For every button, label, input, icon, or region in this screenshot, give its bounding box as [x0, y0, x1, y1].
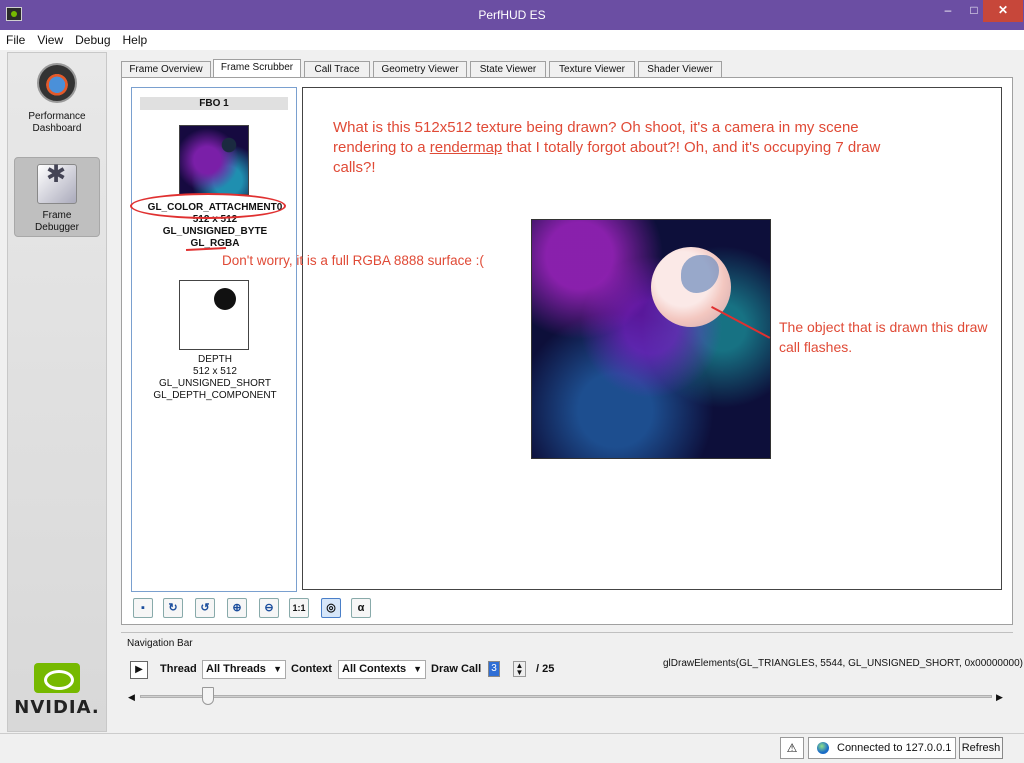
annotation-rgba: Don't worry, it is a full RGBA 8888 surf… [222, 253, 484, 268]
sidebar-item-label: Frame [42, 210, 72, 221]
draw-call-slider-thumb[interactable] [202, 687, 215, 705]
draw-call-stepper[interactable]: ▲ ▼ [513, 661, 526, 677]
menu-help[interactable]: Help [117, 30, 154, 47]
alpha-toggle-button[interactable]: α [351, 598, 371, 618]
window-title: PerfHUD ES [478, 8, 546, 22]
navigation-legend: Navigation Bar [127, 638, 193, 649]
sidebar-item-label: Dashboard [32, 123, 82, 134]
context-select-value: All Contexts [342, 663, 407, 675]
context-select[interactable]: All Contexts ▼ [338, 660, 426, 679]
context-label: Context [291, 663, 332, 675]
slider-right-icon[interactable]: ▶ [996, 692, 1003, 703]
nvidia-wordmark: NVIDIA. [14, 697, 100, 718]
depth-attachment-size: 512 x 512 [193, 366, 237, 377]
annotation-object-flash: The object that is drawn this draw call … [779, 319, 988, 355]
annotation-texture-question: What is this 512x512 texture being drawn… [333, 118, 903, 178]
globe-icon [817, 742, 829, 754]
sidebar-item-frame-debugger[interactable]: Frame Debugger [14, 157, 100, 237]
zoom-out-icon[interactable]: ⊖ [259, 598, 279, 618]
menu-view[interactable]: View [31, 30, 69, 47]
wireframe-toggle-icon[interactable]: ◎ [321, 598, 341, 618]
tab-frame-scrubber[interactable]: Frame Scrubber [213, 59, 301, 79]
depth-attachment-name: DEPTH [198, 354, 232, 365]
fbo-header: FBO 1 [140, 97, 288, 110]
title-bar: PerfHUD ES – □ ✕ [0, 0, 1024, 30]
warning-icon[interactable]: ⚠ [780, 737, 804, 759]
draw-call-input[interactable]: 3 [488, 661, 500, 677]
connection-status: Connected to 127.0.0.1 [808, 737, 956, 759]
tab-call-trace[interactable]: Call Trace [304, 61, 370, 78]
draw-call-slider-track[interactable] [140, 695, 992, 698]
thread-select[interactable]: All Threads ▼ [202, 660, 286, 679]
left-sidebar: Performance Dashboard Frame Debugger NVI… [7, 52, 107, 732]
close-button[interactable]: ✕ [983, 0, 1023, 22]
actual-size-button[interactable]: 1:1 [289, 598, 309, 618]
menu-file[interactable]: File [0, 30, 31, 47]
thread-label: Thread [160, 663, 197, 675]
annotation-underlined-word: rendermap [429, 139, 503, 156]
chevron-down-icon: ▼ [273, 664, 282, 674]
thread-select-value: All Threads [206, 663, 266, 675]
save-icon[interactable]: ▪ [133, 598, 153, 618]
fbo-list[interactable]: FBO 1 GL_COLOR_ATTACHMENT0 512 x 512 GL_… [131, 87, 297, 592]
slider-left-icon[interactable]: ◀ [128, 692, 135, 703]
bug-icon [37, 164, 77, 204]
nvidia-eye-icon [34, 663, 80, 693]
current-gl-call: glDrawElements(GL_TRIANGLES, 5544, GL_UN… [663, 658, 1023, 669]
highlight-ellipse [130, 193, 286, 219]
tab-geometry-viewer[interactable]: Geometry Viewer [373, 61, 467, 78]
sidebar-item-label: Debugger [35, 222, 79, 233]
connection-text: Connected to 127.0.0.1 [837, 742, 952, 754]
color-attachment-thumbnail[interactable] [179, 125, 249, 195]
draw-call-total: / 25 [536, 663, 555, 675]
tab-shader-viewer[interactable]: Shader Viewer [638, 61, 722, 78]
sidebar-item-label: Performance [28, 111, 86, 122]
play-icon[interactable]: ▶ [130, 661, 148, 679]
sidebar-item-performance-dashboard[interactable]: Performance Dashboard [14, 63, 100, 135]
menu-debug[interactable]: Debug [69, 30, 116, 47]
tab-frame-overview[interactable]: Frame Overview [121, 61, 211, 78]
planet-object [651, 247, 731, 327]
depth-attachment-type: GL_UNSIGNED_SHORT [158, 378, 272, 389]
undo-icon[interactable]: ↺ [195, 598, 215, 618]
refresh-button[interactable]: Refresh [959, 737, 1003, 759]
tab-texture-viewer[interactable]: Texture Viewer [549, 61, 635, 78]
depth-attachment-thumbnail[interactable] [179, 280, 249, 350]
nvidia-logo: NVIDIA. [12, 663, 102, 718]
color-attachment-type: GL_UNSIGNED_BYTE [162, 226, 268, 237]
depth-attachment-format: GL_DEPTH_COMPONENT [153, 390, 277, 401]
minimize-button[interactable]: – [935, 0, 961, 22]
gauge-icon [37, 63, 77, 103]
rendered-texture-image [531, 219, 771, 459]
draw-call-label: Draw Call [431, 663, 482, 675]
zoom-in-icon[interactable]: ⊕ [227, 598, 247, 618]
chevron-down-icon: ▼ [413, 664, 422, 674]
redo-icon[interactable]: ↻ [163, 598, 183, 618]
tab-state-viewer[interactable]: State Viewer [470, 61, 546, 78]
depth-attachment-info: DEPTH 512 x 512 GL_UNSIGNED_SHORT GL_DEP… [132, 354, 298, 402]
menu-bar: File View Debug Help [0, 30, 1024, 50]
